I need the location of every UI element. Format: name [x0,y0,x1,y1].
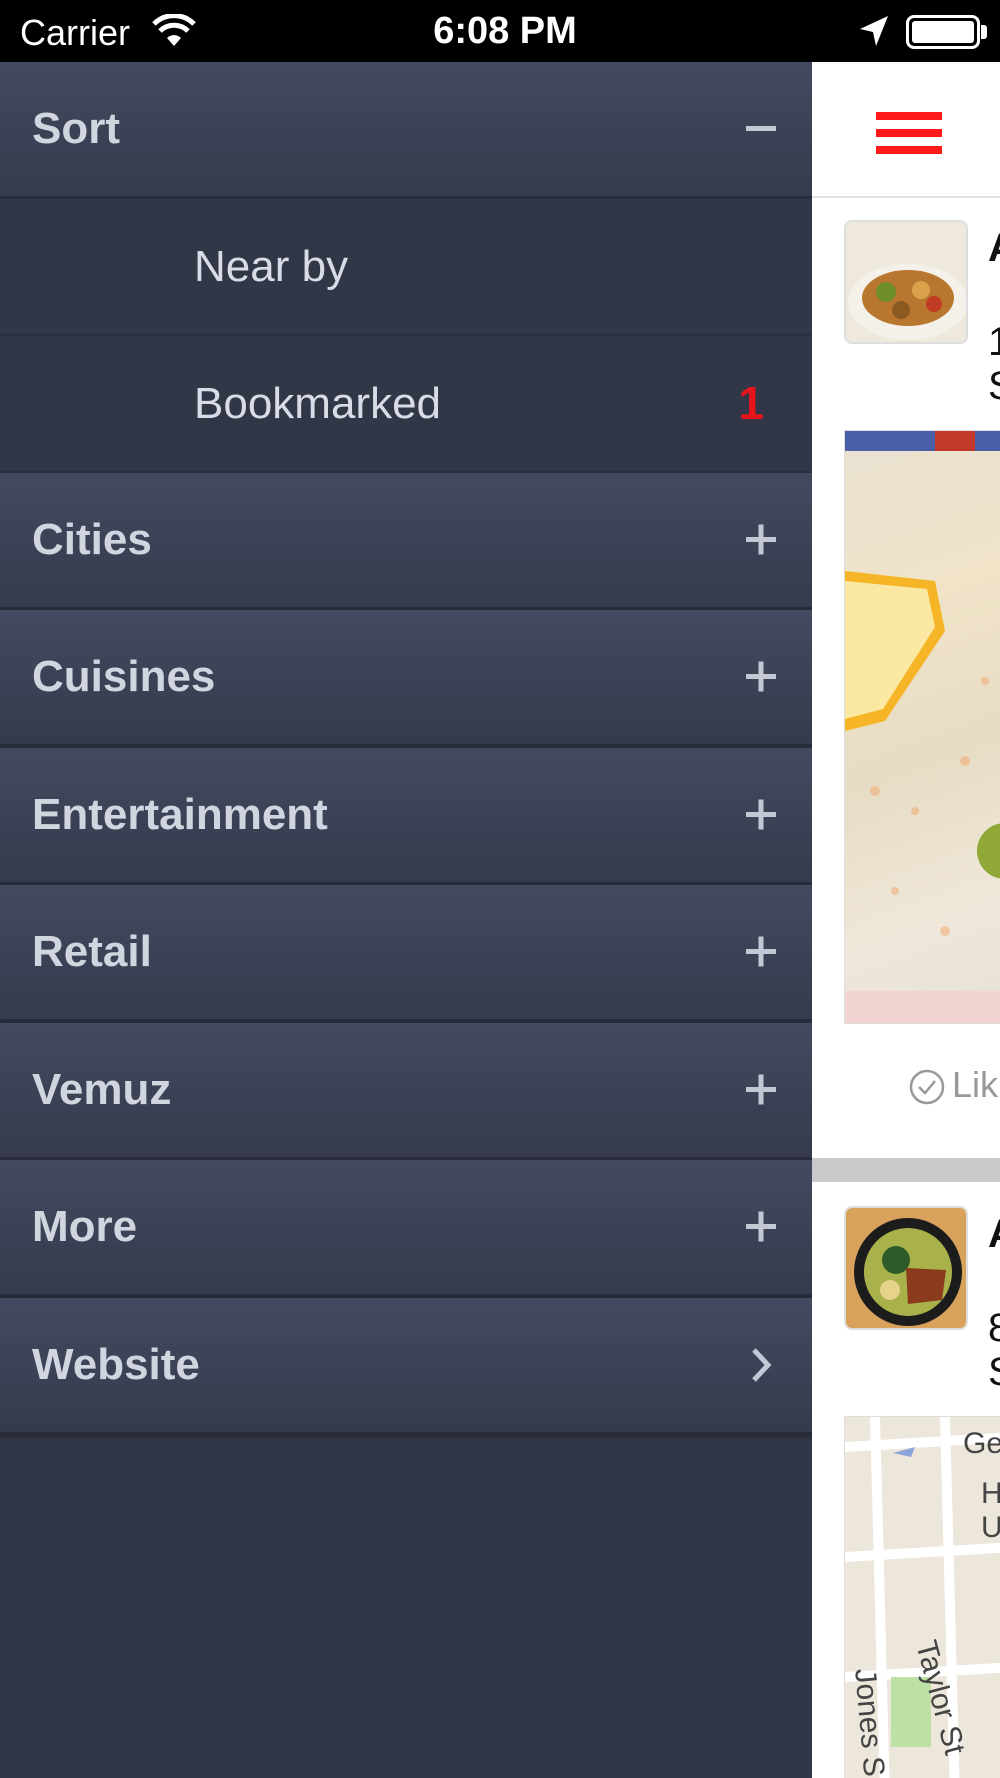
menu-section-label: More [32,1202,138,1251]
hamburger-menu-icon[interactable] [876,112,942,154]
expand-plus-icon [746,936,776,967]
side-menu: Sort Near by Bookmarked 1 Cities Cuisine… [0,62,812,1778]
menu-section-label: Website [32,1340,200,1389]
sort-item-label: Near by [194,242,349,291]
battery-tip [981,25,987,39]
feed-separator [812,1158,1000,1182]
post-address: 1 [988,320,1000,364]
menu-section-label: Retail [32,927,152,976]
menu-section-entertainment[interactable]: Entertainment [0,748,812,885]
menu-section-label: Sort [32,104,120,153]
sort-item-bookmarked[interactable]: Bookmarked 1 [0,336,812,473]
bookmark-count-badge: 1 [738,377,764,429]
post-address: S [988,364,1000,409]
like-label: Lik [952,1064,999,1105]
post-title[interactable]: A [988,1212,1000,1257]
expand-plus-icon [746,799,776,830]
clock: 6:08 PM [433,10,577,52]
sort-item-label: Bookmarked [194,379,442,428]
map-street-label: H [981,1477,1000,1511]
expand-plus-icon [746,524,776,555]
menu-section-label: Vemuz [32,1065,172,1114]
status-bar: Carrier 6:08 PM [0,0,1000,62]
main-feed: A 1 S Lik [812,62,1000,1778]
like-button[interactable]: Lik [908,1062,998,1108]
menu-section-website[interactable]: Website [0,1298,812,1435]
collapse-minus-icon [746,126,776,131]
chevron-right-icon [752,1348,772,1382]
menu-section-vemuz[interactable]: Vemuz [0,1023,812,1160]
post-address: S [988,1350,1000,1395]
menu-section-label: Cuisines [32,652,216,701]
post-title[interactable]: A [988,226,1000,271]
map-street-label: U [981,1511,1000,1545]
menu-section-more[interactable]: More [0,1160,812,1297]
sort-item-near-by[interactable]: Near by [0,199,812,336]
map-street-label: Ge [963,1427,1000,1460]
top-nav-bar [812,62,1000,198]
battery-icon [906,15,980,49]
location-map[interactable]: Ge H U Taylor St Jones S [844,1416,1000,1778]
post-photo[interactable] [844,430,1000,1024]
menu-section-cuisines[interactable]: Cuisines [0,610,812,747]
post-thumbnail[interactable] [844,220,968,344]
menu-section-label: Entertainment [32,790,328,839]
menu-section-cities[interactable]: Cities [0,473,812,610]
expand-plus-icon [746,1074,776,1105]
menu-section-label: Cities [32,515,152,564]
expand-plus-icon [746,1211,776,1242]
menu-section-sort[interactable]: Sort [0,62,812,199]
location-arrow-icon [860,16,888,46]
check-circle-icon [909,1070,945,1105]
post-address: 8 [988,1306,1000,1350]
expand-plus-icon [746,661,776,692]
menu-section-retail[interactable]: Retail [0,885,812,1022]
post-thumbnail[interactable] [844,1206,968,1330]
